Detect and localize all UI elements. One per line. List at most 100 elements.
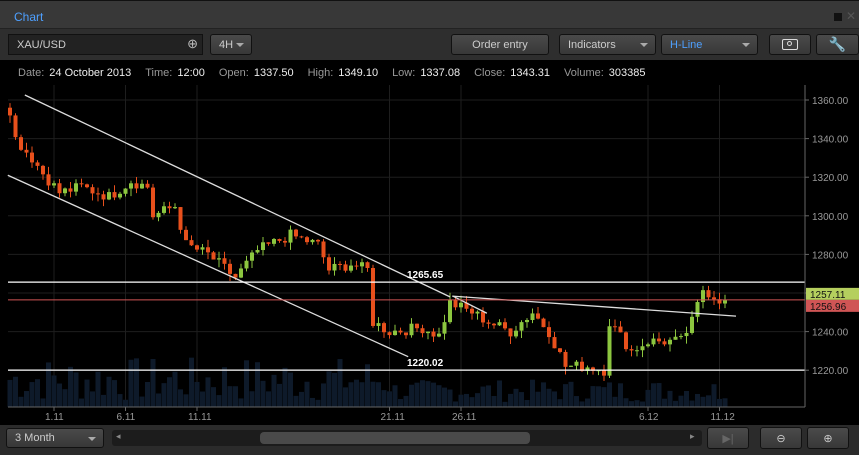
zoom-out-button[interactable]: ⊖ bbox=[760, 427, 802, 449]
candle-body bbox=[624, 332, 628, 350]
volume-bar bbox=[700, 396, 706, 407]
date-label: Date: bbox=[18, 66, 45, 79]
volume-bar bbox=[414, 382, 420, 407]
volume-bar bbox=[436, 385, 442, 407]
volume-bar bbox=[139, 396, 145, 407]
candle bbox=[607, 318, 612, 378]
volume-bar bbox=[266, 391, 271, 407]
candle-body bbox=[712, 297, 716, 300]
candle bbox=[13, 113, 18, 140]
price-tick-label: 1340.00 bbox=[812, 135, 849, 146]
candle-body bbox=[343, 264, 348, 271]
candle-body bbox=[167, 206, 172, 209]
volume-bar bbox=[475, 393, 480, 407]
price-chart[interactable]: 1265.65 1220.02 1360.00 1340.00 1320.00 1300.… bbox=[0, 85, 859, 425]
price-tick-label: 1300.00 bbox=[812, 212, 849, 223]
low-label: Low: bbox=[392, 66, 416, 79]
volume-bar bbox=[579, 401, 585, 407]
timeframe-dropdown[interactable]: 4H bbox=[210, 34, 252, 55]
indicators-dropdown[interactable]: Indicators bbox=[559, 34, 656, 55]
volume-bar bbox=[277, 383, 282, 407]
candle bbox=[569, 365, 573, 368]
candle-body bbox=[365, 262, 370, 269]
settings-button[interactable]: 🔧 bbox=[816, 34, 859, 55]
candle-body bbox=[294, 229, 298, 237]
volume-bar bbox=[530, 379, 535, 407]
candle-body bbox=[41, 165, 45, 175]
volume-bar bbox=[200, 391, 205, 407]
window-titlebar: Chart ✕ bbox=[0, 0, 859, 29]
candle-body bbox=[437, 333, 441, 337]
volume-bar bbox=[40, 398, 46, 407]
close-value: 1343.31 bbox=[510, 66, 551, 79]
horizontal-scrollbar[interactable]: ◂ ▸ bbox=[112, 430, 702, 446]
candle-body bbox=[635, 350, 639, 352]
candle-body bbox=[310, 239, 315, 243]
volume-bar bbox=[161, 383, 167, 407]
candle-body bbox=[288, 229, 293, 243]
volume-bar bbox=[106, 376, 112, 407]
candle-body bbox=[426, 331, 430, 334]
volume-bar bbox=[524, 399, 530, 407]
volume-bar bbox=[112, 380, 117, 407]
candle-body bbox=[354, 265, 359, 267]
candle-body bbox=[486, 322, 491, 324]
time-tick-label: 6.12 bbox=[639, 412, 659, 423]
volume-bar bbox=[469, 397, 475, 407]
order-entry-button[interactable]: Order entry bbox=[451, 34, 549, 55]
candle-body bbox=[338, 263, 342, 265]
candle-body bbox=[690, 316, 694, 333]
scroll-to-end-button[interactable]: ▶| bbox=[707, 427, 749, 449]
candle-body bbox=[30, 152, 34, 163]
volume-bar bbox=[678, 395, 684, 407]
chart-canvas[interactable]: 1265.65 1220.02 1360.00 1340.00 1320.00 1300.… bbox=[0, 85, 859, 425]
time-value: 12:00 bbox=[177, 66, 205, 79]
candle-body bbox=[448, 299, 452, 323]
candle-body bbox=[508, 328, 513, 337]
volume-bar bbox=[673, 400, 678, 407]
volume-bar bbox=[403, 395, 409, 407]
horizontal-line-label: 1265.65 bbox=[407, 270, 444, 281]
symbol-search-input[interactable]: XAU/USD ⊕ bbox=[8, 34, 203, 55]
volume-bar bbox=[387, 391, 392, 407]
volume-bar bbox=[607, 382, 612, 407]
volume-bar bbox=[651, 383, 656, 407]
volume-bar bbox=[90, 391, 95, 407]
horizontal-line-label: 1220.02 bbox=[407, 358, 444, 369]
candle-body bbox=[651, 338, 656, 345]
volume-bar bbox=[563, 384, 568, 407]
zoom-in-button[interactable]: ⊕ bbox=[807, 427, 849, 449]
skip-end-icon: ▶| bbox=[722, 432, 734, 445]
search-zoom-icon[interactable]: ⊕ bbox=[187, 36, 198, 52]
candle-body bbox=[35, 162, 40, 166]
candle-body bbox=[134, 183, 139, 189]
candle bbox=[624, 331, 628, 352]
volume-bar bbox=[68, 366, 73, 407]
candle-body bbox=[184, 229, 188, 241]
volume-bar bbox=[194, 381, 200, 407]
scroll-left-arrow[interactable]: ◂ bbox=[116, 431, 121, 442]
drawing-tool-dropdown[interactable]: H-Line bbox=[661, 34, 758, 55]
volume-bar bbox=[513, 388, 519, 407]
low-value: 1337.08 bbox=[420, 66, 461, 79]
screenshot-button[interactable] bbox=[769, 34, 811, 55]
candle-body bbox=[145, 183, 150, 188]
candle-body bbox=[470, 308, 474, 314]
close-icon[interactable]: ✕ bbox=[846, 9, 856, 23]
scrollbar-thumb[interactable] bbox=[260, 432, 530, 444]
candle-body bbox=[233, 273, 238, 278]
candle-body bbox=[569, 365, 573, 367]
volume-bar bbox=[95, 371, 101, 407]
maximize-icon[interactable] bbox=[834, 13, 842, 21]
candle-body bbox=[382, 323, 386, 333]
range-dropdown[interactable]: 3 Month bbox=[6, 428, 104, 448]
volume-bar bbox=[222, 367, 227, 407]
candle-body bbox=[156, 212, 161, 218]
volume-bar bbox=[332, 372, 337, 407]
bottom-bar: 3 Month ◂ ▸ ▶| ⊖ ⊕ bbox=[0, 425, 859, 455]
chevron-down-icon bbox=[742, 43, 750, 47]
candle-body bbox=[79, 183, 84, 185]
volume-bar bbox=[392, 385, 398, 407]
scroll-right-arrow[interactable]: ▸ bbox=[690, 431, 695, 442]
volume-bar bbox=[145, 382, 150, 407]
